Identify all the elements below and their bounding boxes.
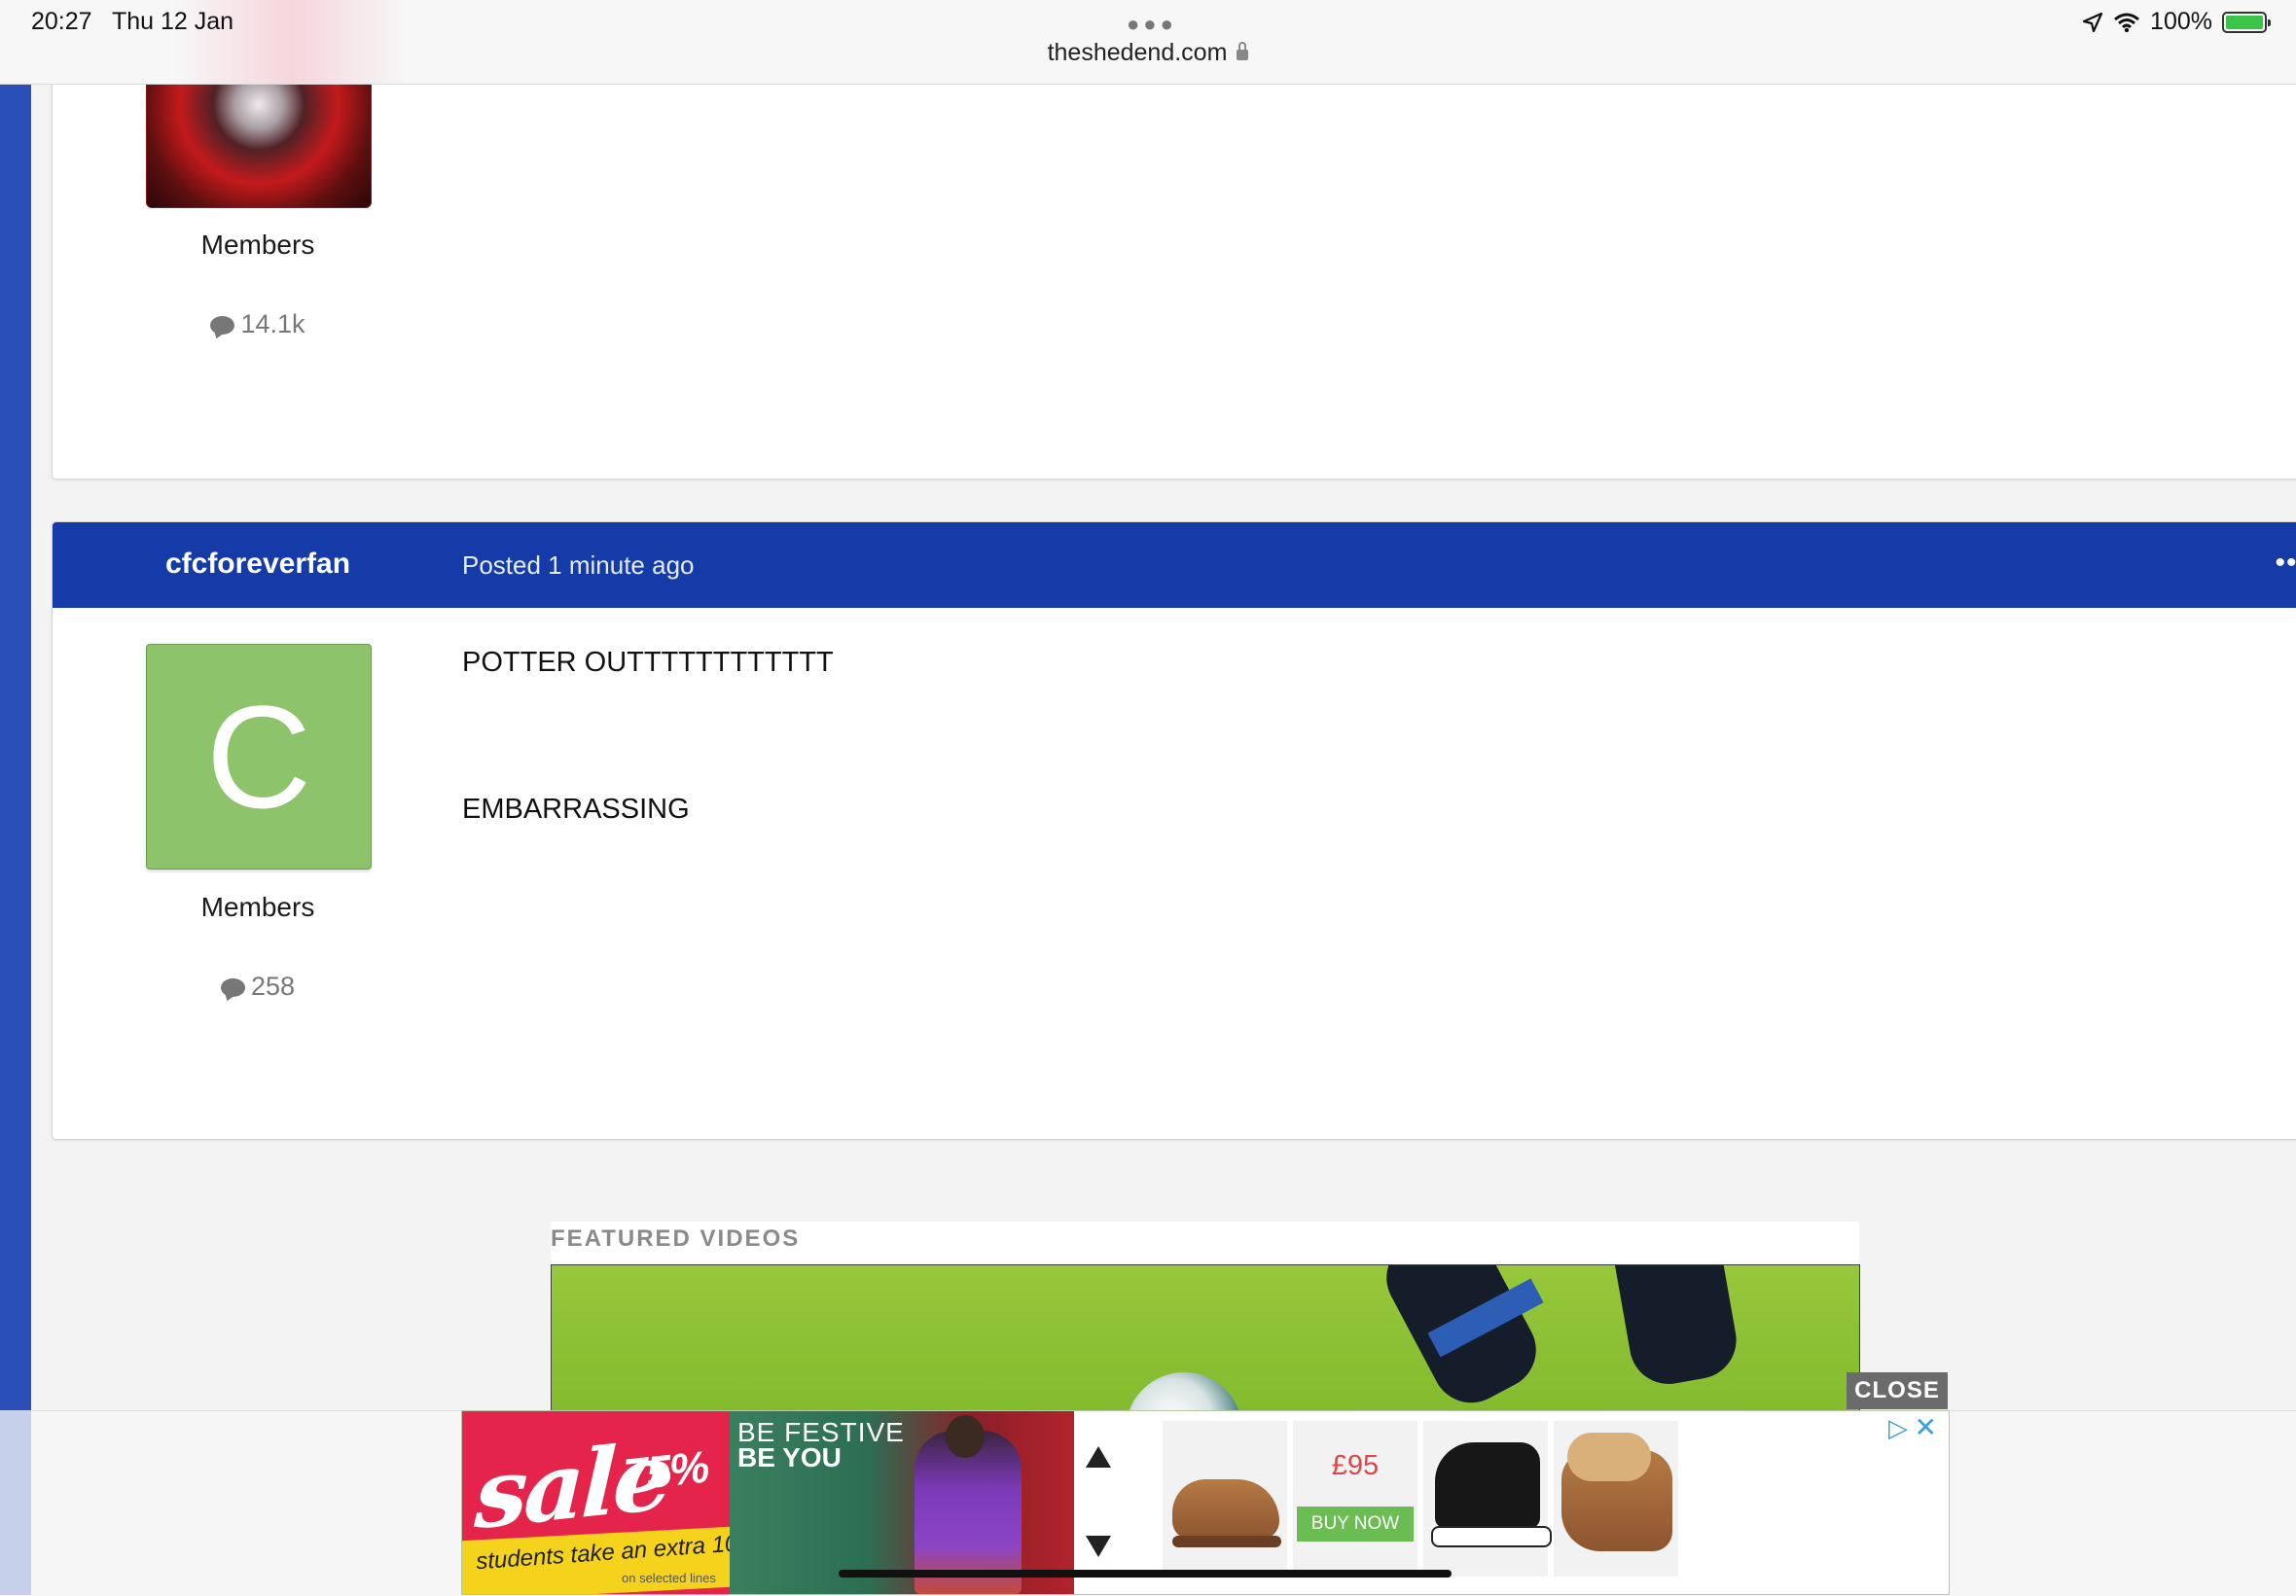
product-price: £95	[1331, 1450, 1380, 1481]
arrow-up-icon[interactable]	[1086, 1446, 1111, 1468]
sale-percent: 75%	[621, 1440, 710, 1501]
featured-videos-title: FEATURED VIDEOS	[551, 1225, 801, 1252]
comment-icon	[210, 316, 235, 335]
ad-festive-panel[interactable]: BE FESTIVE BE YOU	[730, 1411, 1074, 1594]
status-icons: 100%	[2082, 8, 2271, 36]
product-jacket[interactable]: £95 BUY NOW	[1293, 1421, 1417, 1577]
post-body-line: POTTER OUTTTTTTTTTTTT	[462, 647, 834, 678]
time-text: 20:27	[31, 8, 92, 35]
home-indicator[interactable]	[839, 1570, 1452, 1578]
location-icon	[2082, 12, 2103, 32]
sneaker-shape	[1435, 1442, 1540, 1528]
wifi-icon	[2114, 13, 2140, 32]
post-timestamp[interactable]: Posted 1 minute ago	[462, 550, 695, 581]
video-ball-shape	[1126, 1372, 1242, 1411]
lock-icon	[1237, 42, 1249, 60]
battery-icon	[2222, 11, 2271, 33]
status-bar: 20:27 Thu 12 Jan ●●● theshedend.com 100%	[0, 0, 2296, 85]
post-count-value: 258	[250, 972, 296, 1001]
post-card: cfcforeverfan Posted 1 minute ago ••• C …	[52, 521, 2296, 1140]
buy-now-button[interactable]: BUY NOW	[1297, 1507, 1414, 1542]
avatar[interactable]	[146, 78, 372, 208]
fur-cuff	[1567, 1433, 1651, 1481]
avatar[interactable]: C	[146, 644, 372, 869]
boot-sole	[1172, 1536, 1281, 1547]
video-leg-shape	[1608, 1265, 1742, 1391]
arrow-down-icon[interactable]	[1086, 1536, 1111, 1557]
boot-shape	[1172, 1479, 1279, 1540]
model-head	[946, 1415, 985, 1458]
festive-line-2: BE YOU	[737, 1442, 842, 1472]
post-header: cfcforeverfan Posted 1 minute ago •••	[53, 522, 2296, 608]
clock: 20:27 Thu 12 Jan	[31, 8, 233, 36]
member-group: Members	[200, 230, 315, 260]
post-count: 258	[146, 972, 370, 1002]
member-group: Members	[200, 892, 315, 922]
close-icon[interactable]: ✕	[1915, 1411, 1937, 1443]
comment-icon	[220, 978, 245, 997]
ad-scroll-controls	[1074, 1411, 1123, 1594]
post-card-previous: Members 14.1k	[52, 39, 2296, 479]
product-boot[interactable]	[1163, 1421, 1287, 1577]
multitask-dots-icon[interactable]: ●●●	[1127, 12, 1177, 37]
ad-choices-icon[interactable]: ▷	[1888, 1413, 1908, 1443]
post-count: 14.1k	[146, 309, 370, 339]
close-ad-button[interactable]: CLOSE	[1847, 1372, 1948, 1409]
post-body-line: EMBARRASSING	[462, 794, 690, 825]
sale-small-text: on selected lines	[622, 1571, 716, 1585]
ad-sale-panel[interactable]: sale 75% students take an extra 10% off …	[462, 1411, 792, 1594]
left-rail	[0, 84, 31, 1410]
product-sneaker[interactable]	[1423, 1421, 1552, 1577]
product-fur-boot[interactable]	[1554, 1421, 1678, 1577]
video-player[interactable]	[551, 1264, 1860, 1412]
url-text: theshedend.com	[1047, 39, 1228, 66]
address-bar[interactable]: theshedend.com	[0, 39, 2296, 67]
sneaker-sole	[1431, 1526, 1552, 1547]
ad-banner[interactable]: sale 75% students take an extra 10% off …	[461, 1410, 1950, 1595]
battery-text: 100%	[2150, 8, 2212, 35]
author-link[interactable]: cfcforeverfan	[53, 548, 463, 581]
more-options-icon[interactable]: •••	[2275, 547, 2296, 580]
bottom-bar-left	[0, 1410, 31, 1595]
post-count-value: 14.1k	[240, 309, 305, 338]
date-text: Thu 12 Jan	[111, 8, 234, 35]
